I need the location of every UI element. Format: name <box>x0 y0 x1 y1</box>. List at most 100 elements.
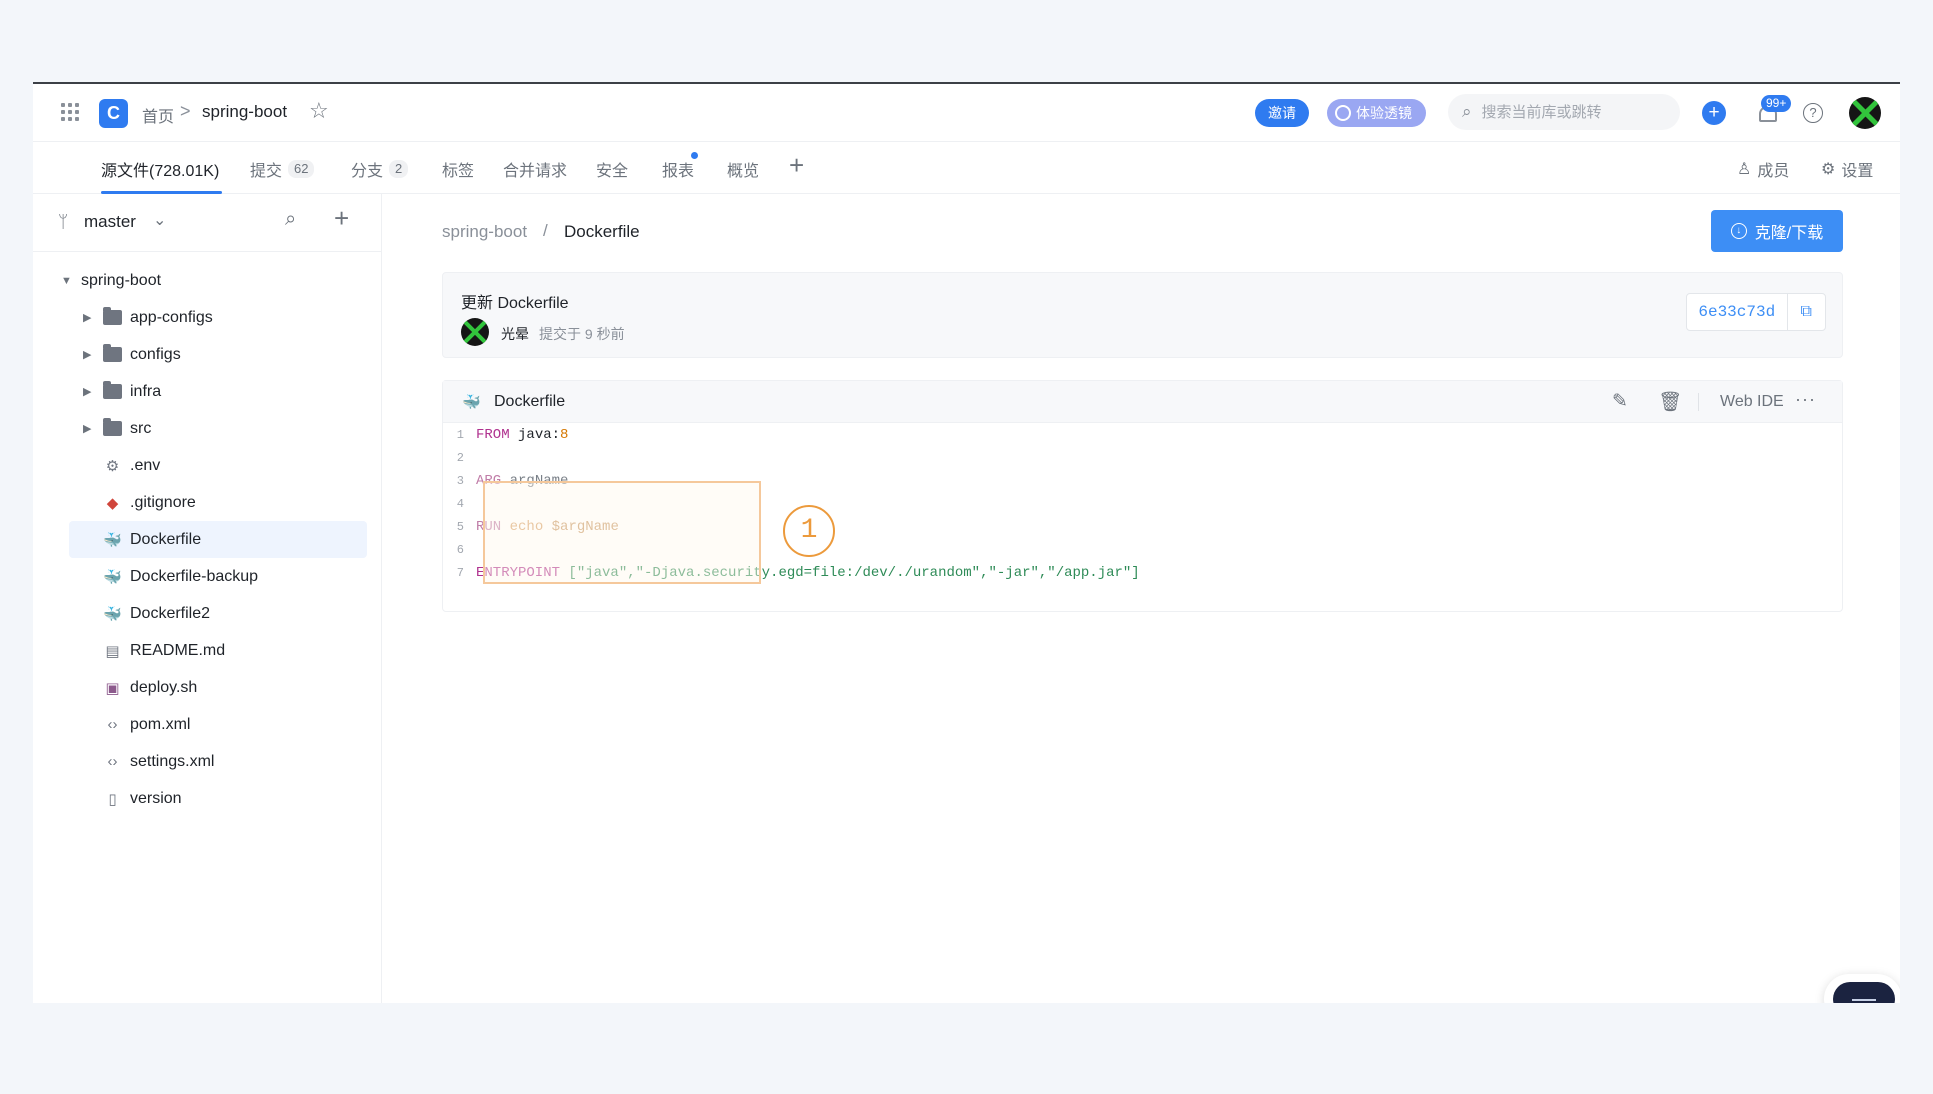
tab-commits[interactable]: 提交 62 <box>250 157 315 181</box>
code-line: 6 <box>443 538 476 561</box>
tree-item-dockerfile-backup[interactable]: 🐳 Dockerfile-backup <box>103 558 258 595</box>
global-search[interactable]: ⌕ <box>1448 94 1680 130</box>
commit-author-avatar[interactable] <box>461 318 489 346</box>
top-bar: C 首页 > spring-boot ☆ 邀请 体验透镜 ⌕ + 99+ ? <box>33 84 1900 142</box>
settings-button[interactable]: ⚙ 设置 <box>1821 157 1873 181</box>
tree-item-label: pom.xml <box>130 715 191 733</box>
app-logo[interactable]: C <box>99 99 128 128</box>
search-icon: ⌕ <box>1462 102 1472 121</box>
code-number: 8 <box>560 426 569 443</box>
tree-root-spring-boot[interactable]: ▼ spring-boot <box>61 262 161 299</box>
file-content-panel: 🐳 Dockerfile ✎ 🗑 Web IDE ··· 1 FROM java… <box>442 380 1843 612</box>
code-line: 7 ENTRYPOINT ["java","-Djava.security.eg… <box>443 561 1140 584</box>
tree-item-infra[interactable]: ▶ infra <box>83 373 161 410</box>
commit-sha-link[interactable]: 6e33c73d <box>1687 294 1788 330</box>
tree-item-label: app-configs <box>130 308 213 326</box>
clone-download-button[interactable]: ↓ 克隆/下载 <box>1711 210 1843 252</box>
code-line: 2 <box>443 446 476 469</box>
floating-assistant-button[interactable] <box>1824 974 1900 1003</box>
caret-right-icon[interactable]: ▶ <box>83 422 103 435</box>
tree-item-deploy-sh[interactable]: ▣ deploy.sh <box>103 669 197 706</box>
tree-item-dockerfile2[interactable]: 🐳 Dockerfile2 <box>103 595 210 632</box>
code-line: 1 FROM java: 8 <box>443 423 569 446</box>
tree-item-src[interactable]: ▶ src <box>83 410 151 447</box>
trash-icon[interactable]: 🗑 <box>1658 390 1682 414</box>
tab-overview[interactable]: 概览 <box>727 157 759 181</box>
code-keyword: ENTRYPOINT <box>476 564 561 581</box>
add-tab-button[interactable]: + <box>789 150 804 181</box>
commit-message[interactable]: 更新 Dockerfile <box>461 289 569 313</box>
add-file-button[interactable]: + <box>334 203 349 234</box>
tree-item-dockerfile[interactable]: 🐳 Dockerfile <box>69 521 367 558</box>
line-number: 2 <box>456 450 464 465</box>
branch-selector[interactable]: master <box>84 212 136 232</box>
download-icon: ↓ <box>1730 223 1747 239</box>
caret-right-icon[interactable]: ▶ <box>83 348 103 361</box>
code-icon: ‹› <box>107 753 118 770</box>
tab-branches[interactable]: 分支 2 <box>351 157 409 181</box>
help-icon[interactable]: ? <box>1803 103 1823 123</box>
code-icon: ‹› <box>107 716 118 733</box>
breadcrumb-repo-link[interactable]: spring-boot <box>202 102 287 122</box>
code-line: 3 ARG argName <box>443 469 569 492</box>
tree-item-label: settings.xml <box>130 752 215 770</box>
code-command: echo <box>501 518 544 535</box>
tree-item-env[interactable]: ⚙ .env <box>103 447 160 484</box>
notification-badge: 99+ <box>1761 95 1792 112</box>
tab-label: 报表 <box>662 163 695 180</box>
search-icon[interactable]: ⌕ <box>285 208 296 231</box>
file-view: spring-boot / Dockerfile ↓ 克隆/下载 更新 Dock… <box>383 194 1900 1003</box>
breadcrumb-home-link[interactable]: 首页 <box>142 103 174 127</box>
tab-label: 分支 <box>351 163 384 180</box>
caret-right-icon[interactable]: ▶ <box>83 385 103 398</box>
more-options-icon[interactable]: ··· <box>1795 389 1816 410</box>
chevron-down-icon[interactable]: ⌄ <box>153 210 166 230</box>
tree-item-configs[interactable]: ▶ configs <box>83 336 181 373</box>
docker-icon: 🐳 <box>103 531 122 549</box>
person-icon: ♙ <box>1737 161 1752 178</box>
caret-down-icon[interactable]: ▼ <box>61 275 81 287</box>
members-button[interactable]: ♙ 成员 <box>1737 157 1789 181</box>
tab-tags[interactable]: 标签 <box>442 157 474 181</box>
notifications-button[interactable]: 99+ <box>1754 95 1792 128</box>
tree-item-readme[interactable]: ▤ README.md <box>103 632 225 669</box>
line-number: 6 <box>456 542 464 557</box>
tree-item-label: .env <box>130 456 161 474</box>
search-input[interactable] <box>1481 103 1662 121</box>
new-indicator-dot <box>691 152 699 159</box>
tab-source-files[interactable]: 源文件(728.01K) <box>101 157 219 181</box>
tree-item-settings-xml[interactable]: ‹› settings.xml <box>103 743 215 780</box>
line-number: 5 <box>456 519 464 534</box>
tree-item-version[interactable]: ▯ version <box>103 780 181 817</box>
copy-icon[interactable]: ⧉ <box>1788 303 1825 321</box>
trial-lens-button[interactable]: 体验透镜 <box>1327 99 1426 127</box>
commit-author[interactable]: 光晕 <box>501 324 529 344</box>
tab-merge-requests[interactable]: 合并请求 <box>503 157 567 181</box>
web-ide-button[interactable]: Web IDE <box>1720 393 1784 411</box>
gear-icon: ⚙ <box>105 457 120 475</box>
breadcrumb-repo-link[interactable]: spring-boot <box>442 222 527 242</box>
tree-item-label: configs <box>130 345 181 363</box>
tree-item-label: README.md <box>130 641 226 659</box>
tree-item-pom-xml[interactable]: ‹› pom.xml <box>103 706 191 743</box>
tree-item-gitignore[interactable]: ◆ .gitignore <box>103 484 196 521</box>
tab-label: 合并请求 <box>503 163 568 180</box>
star-icon[interactable]: ☆ <box>309 98 329 124</box>
create-new-button[interactable]: + <box>1702 101 1726 125</box>
chevron-right-icon: > <box>180 101 191 121</box>
app-window: C 首页 > spring-boot ☆ 邀请 体验透镜 ⌕ + 99+ ? 源… <box>33 82 1900 1003</box>
user-avatar[interactable] <box>1849 97 1881 129</box>
tree-item-label: infra <box>130 382 162 400</box>
commit-time: 提交于 9 秒前 <box>539 326 625 342</box>
tree-item-label: Dockerfile-backup <box>130 567 259 585</box>
edit-pencil-icon[interactable]: ✎ <box>1612 390 1628 413</box>
branch-icon: ᛘ <box>58 212 69 231</box>
tab-reports[interactable]: 报表 <box>662 152 699 181</box>
tab-security[interactable]: 安全 <box>596 157 628 181</box>
apps-grid-icon[interactable] <box>61 103 79 121</box>
code-string: ["java","-Djava.security.egd=file:/dev/.… <box>560 564 1140 581</box>
invite-button[interactable]: 邀请 <box>1255 99 1309 127</box>
caret-right-icon[interactable]: ▶ <box>83 311 103 324</box>
code-line: 5 RUN echo $argName <box>443 515 619 538</box>
tree-item-app-configs[interactable]: ▶ app-configs <box>83 299 213 336</box>
